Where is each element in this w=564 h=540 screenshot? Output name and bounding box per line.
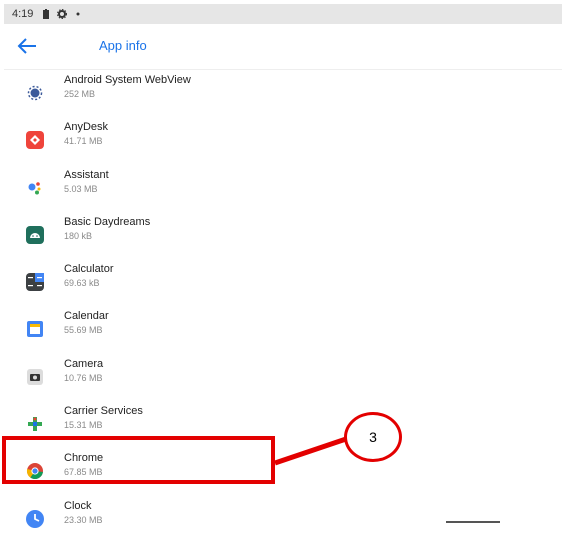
step-number-badge: 3 bbox=[344, 412, 402, 462]
step-number: 3 bbox=[369, 429, 377, 445]
callout-line bbox=[274, 436, 347, 466]
